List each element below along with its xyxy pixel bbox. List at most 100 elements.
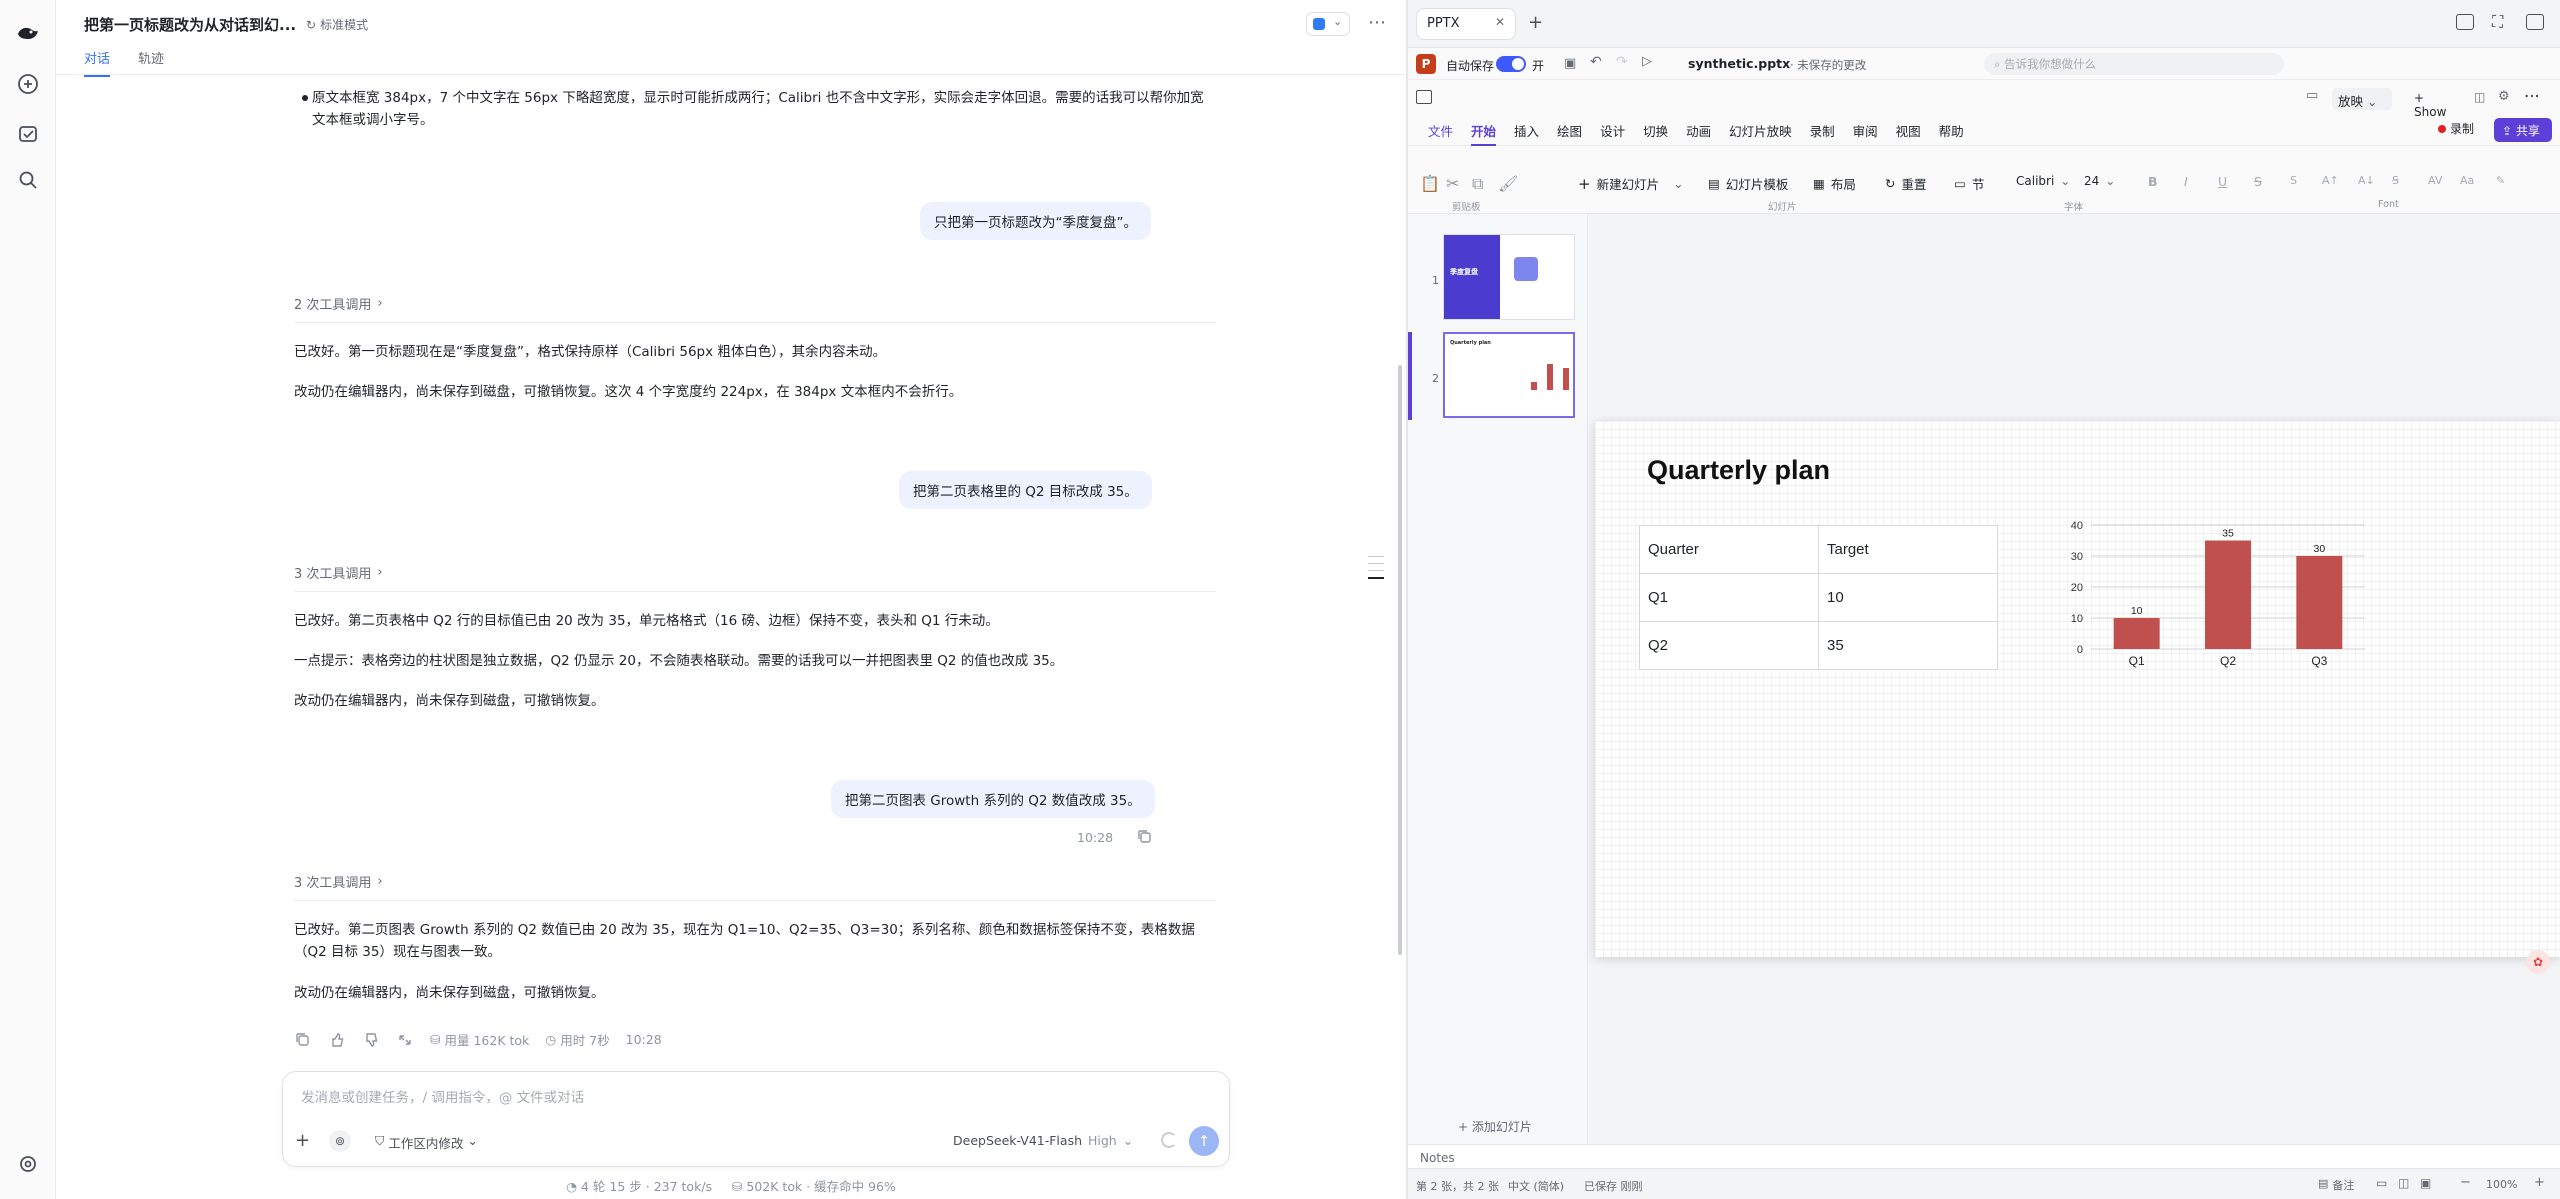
- char-spacing-icon[interactable]: AV: [2428, 174, 2442, 187]
- change-case-icon[interactable]: Aa: [2460, 174, 2474, 187]
- menu-home[interactable]: 开始: [1471, 121, 1497, 146]
- present-button[interactable]: 放映 ⌄: [2332, 88, 2392, 110]
- table-cell[interactable]: Q2: [1639, 621, 1819, 670]
- close-icon[interactable]: ✕: [1495, 15, 1505, 29]
- menu-file[interactable]: 文件: [1428, 121, 1453, 140]
- clear-format-icon[interactable]: Ꞩ: [2392, 174, 2399, 187]
- attach-icon[interactable]: ⊚: [329, 1130, 351, 1152]
- new-chat-icon[interactable]: [14, 70, 42, 98]
- menu-animations[interactable]: 动画: [1686, 121, 1711, 140]
- section-button[interactable]: ▭ 节: [1954, 174, 1984, 193]
- new-tab-icon[interactable]: +: [1528, 12, 1543, 33]
- font-family-select[interactable]: Calibri ⌄: [2016, 174, 2070, 188]
- reading-view-icon[interactable]: ▣: [2420, 1176, 2431, 1190]
- sidebar-toggle-icon[interactable]: [2526, 14, 2544, 30]
- slide-table[interactable]: Quarter Target Q1 10 Q2 35: [1639, 525, 1998, 670]
- copy-icon[interactable]: [1136, 828, 1154, 846]
- show-button[interactable]: + Show: [2410, 88, 2462, 119]
- menu-review[interactable]: 审阅: [1853, 121, 1878, 140]
- menu-insert[interactable]: 插入: [1514, 121, 1539, 140]
- menu-record[interactable]: 录制: [1810, 121, 1835, 140]
- menu-help[interactable]: 帮助: [1939, 121, 1964, 140]
- tool-call-toggle[interactable]: 3 次工具调用 ›: [294, 563, 383, 582]
- tool-call-toggle[interactable]: 3 次工具调用 ›: [294, 872, 383, 891]
- underline-icon[interactable]: U: [2218, 174, 2227, 189]
- notes-toggle[interactable]: ▤ 备注: [2318, 1177, 2354, 1193]
- format-painter-icon[interactable]: 🖌: [1498, 174, 1518, 193]
- scope-select[interactable]: ⛉ 工作区内修改 ⌄: [375, 1133, 478, 1152]
- document-tab[interactable]: PPTX ✕: [1416, 8, 1516, 40]
- new-slide-button[interactable]: + 新建幻灯片 ⌄: [1578, 174, 1684, 193]
- language[interactable]: 中文 (简体): [1508, 1178, 1564, 1194]
- italic-icon[interactable]: I: [2184, 174, 2188, 189]
- reset-button[interactable]: ↻ 重置: [1885, 174, 1927, 193]
- shadow-text-icon[interactable]: S: [2290, 174, 2297, 187]
- file-name[interactable]: synthetic.pptx: [1688, 56, 1790, 71]
- chat-title[interactable]: 把第一页标题改为从对话到幻...: [84, 14, 296, 35]
- table-header-cell[interactable]: Target: [1818, 525, 1998, 574]
- record-button[interactable]: 录制: [2438, 120, 2474, 137]
- fullscreen-icon[interactable]: ⛶: [2492, 12, 2503, 32]
- send-button[interactable]: ↑: [1189, 1126, 1219, 1156]
- thumbs-up-icon[interactable]: [328, 1031, 346, 1049]
- redo-icon[interactable]: ↷: [1616, 54, 1628, 70]
- bold-icon[interactable]: B: [2148, 174, 2158, 189]
- app-switcher-button[interactable]: ⌄: [1306, 12, 1350, 36]
- table-cell[interactable]: 35: [1818, 621, 1998, 670]
- share-button[interactable]: ⇪ 共享: [2494, 118, 2552, 142]
- tab-conversation[interactable]: 对话: [84, 48, 111, 77]
- copy-icon[interactable]: [294, 1031, 312, 1049]
- tab-trajectory[interactable]: 轨迹: [138, 48, 164, 77]
- cut-icon[interactable]: ✂: [1446, 174, 1464, 193]
- undo-icon[interactable]: ↶: [1590, 54, 1602, 70]
- save-icon[interactable]: ▣: [1564, 56, 1576, 71]
- bar-chart[interactable]: 0 10 20 30 40 10 Q1 35 Q2 30 Q3: [2055, 515, 2375, 675]
- layout-button[interactable]: ▦ 布局: [1813, 174, 1856, 193]
- strikethrough-icon[interactable]: S: [2254, 174, 2262, 189]
- sorter-view-icon[interactable]: ◫: [2398, 1176, 2409, 1190]
- more-icon[interactable]: ⋯: [1368, 12, 1386, 33]
- thumbnail-slide-1[interactable]: 季度复盘: [1443, 234, 1575, 320]
- inbox-icon[interactable]: [14, 120, 42, 148]
- layout-icon[interactable]: ◫: [2474, 90, 2485, 104]
- slide-title[interactable]: Quarterly plan: [1647, 455, 1830, 486]
- zoom-out-icon[interactable]: −: [2460, 1175, 2471, 1190]
- model-select[interactable]: DeepSeek-V41-Flash High ⌄: [953, 1133, 1133, 1148]
- autosave-toggle[interactable]: [1496, 56, 1526, 72]
- play-icon[interactable]: ▷: [1642, 54, 1652, 69]
- more-icon[interactable]: ⋯: [2524, 86, 2540, 105]
- zoom-in-icon[interactable]: +: [2534, 1175, 2545, 1190]
- increase-font-icon[interactable]: A↑: [2322, 174, 2339, 187]
- copy-icon[interactable]: ⧉: [1472, 174, 1490, 193]
- comment-icon[interactable]: ▭: [2306, 88, 2318, 103]
- gear-icon[interactable]: ⚙: [2498, 89, 2510, 104]
- table-header-cell[interactable]: Quarter: [1639, 525, 1819, 574]
- thumbnail-slide-2[interactable]: Quarterly plan: [1443, 332, 1575, 418]
- font-size-select[interactable]: 24 ⌄: [2084, 174, 2115, 188]
- table-cell[interactable]: 10: [1818, 573, 1998, 622]
- app-logo-icon[interactable]: [14, 20, 42, 48]
- notes-bar[interactable]: Notes: [1408, 1144, 2560, 1168]
- composer-input[interactable]: 发消息或创建任务，/ 调用指令，@ 文件或对话: [301, 1086, 584, 1106]
- zoom-level[interactable]: 100%: [2486, 1178, 2517, 1191]
- thumbs-down-icon[interactable]: [362, 1031, 380, 1049]
- search-icon[interactable]: [14, 166, 42, 194]
- decrease-font-icon[interactable]: A↓: [2358, 174, 2375, 187]
- tool-call-toggle[interactable]: 2 次工具调用 ›: [294, 294, 383, 313]
- composer[interactable]: 发消息或创建任务，/ 调用指令，@ 文件或对话 + ⊚ ⛉ 工作区内修改 ⌄ D…: [282, 1071, 1230, 1167]
- slide-template-button[interactable]: ▤ 幻灯片模板: [1708, 174, 1788, 193]
- menu-view[interactable]: 视图: [1896, 121, 1921, 140]
- add-icon[interactable]: +: [295, 1130, 310, 1151]
- normal-view-icon[interactable]: ▭: [2376, 1176, 2387, 1190]
- assistant-float-icon[interactable]: ✿: [2526, 950, 2550, 974]
- tell-me-search[interactable]: ⌕ 告诉我你想做什么: [1984, 53, 2284, 75]
- mode-badge[interactable]: ↻ 标准模式: [306, 16, 368, 33]
- scrollbar-thumb[interactable]: [1398, 365, 1402, 955]
- menu-draw[interactable]: 绘图: [1557, 121, 1582, 140]
- slide-2[interactable]: Quarterly plan Quarter Target Q1 10 Q2 3…: [1595, 421, 2560, 957]
- menu-design[interactable]: 设计: [1600, 121, 1625, 140]
- split-view-icon[interactable]: [2456, 14, 2474, 30]
- menu-slideshow[interactable]: 幻灯片放映: [1729, 121, 1792, 140]
- table-cell[interactable]: Q1: [1639, 573, 1819, 622]
- highlight-icon[interactable]: ✎: [2496, 174, 2505, 187]
